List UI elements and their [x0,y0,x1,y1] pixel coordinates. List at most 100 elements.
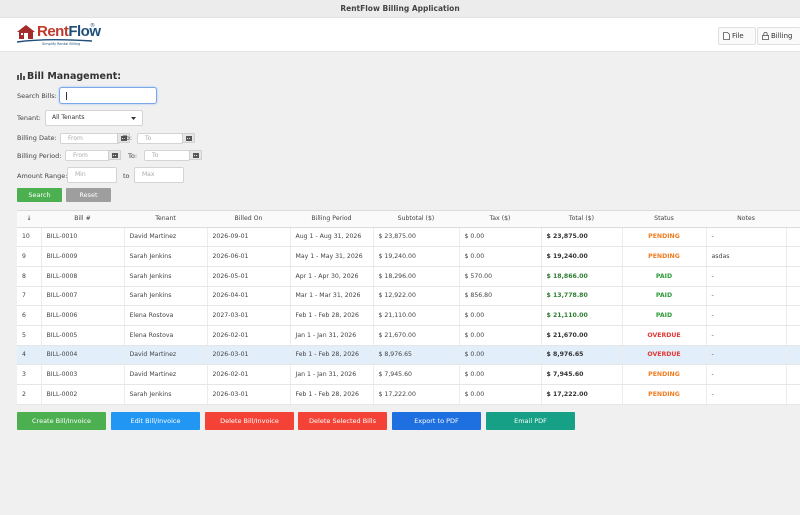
search-bills-input[interactable] [59,87,157,104]
table-row[interactable]: 10 BILL-0010 David Martinez 2026-09-01 Aug 1… [17,227,800,248]
cell-total: $ 19,240.00 [541,246,623,267]
cell-id: 2 [17,384,42,405]
table-row[interactable]: 5 BILL-0005 Elena Rostova 2026-02-01 Jan 1 -… [17,325,800,346]
cell-bill-number: BILL-0005 [41,325,125,346]
billing-period-to-input[interactable]: To [144,150,190,161]
cell-billing-period: Aug 1 - Aug 31, 2026 [290,227,374,248]
cell-bill-number: BILL-0009 [41,246,125,267]
cell-filler [786,286,800,307]
cell-subtotal: $ 18,296.00 [373,266,460,287]
table-row[interactable]: 9 BILL-0009 Sarah Jenkins 2026-06-01 May 1 -… [17,246,800,267]
bills-table: ↓ Bill # Tenant Billed On Billing Period… [17,210,800,405]
billing-period-from-input[interactable]: From [65,150,110,161]
email-pdf-button[interactable]: Email PDF [486,412,575,430]
cell-subtotal: $ 12,922.00 [373,286,460,307]
cell-bill-number: BILL-0004 [41,345,125,366]
cell-filler [786,246,800,267]
cell-notes: - [706,345,787,366]
amount-min-input[interactable]: Min [67,167,117,183]
export-pdf-button[interactable]: Export to PDF [392,412,481,430]
table-row[interactable]: 3 BILL-0003 David Martinez 2026-02-01 Jan 1 … [17,364,800,385]
section-title: Bill Management: [17,71,121,82]
billing-period-label: Billing Period: [17,152,62,160]
calendar-icon [193,153,199,158]
sort-indicator[interactable]: ↓ [17,211,41,228]
cell-filler [786,364,800,385]
cell-total: $ 8,976.65 [541,345,623,366]
cell-billed-on: 2026-02-01 [207,364,291,385]
billing-period-from-calendar-button[interactable] [108,150,121,160]
search-bills-label: Search Bills: [17,92,57,100]
column-header-status[interactable]: Status [622,211,706,228]
cell-filler [786,305,800,326]
column-header-notes[interactable]: Notes [706,211,786,228]
status-badge: OVERDUE [622,345,707,366]
cell-tax: $ 0.00 [459,384,542,405]
delete-selected-bills-button[interactable]: Delete Selected Bills [298,412,387,430]
table-row[interactable]: 4 BILL-0004 David Martinez 2026-03-01 Feb 1 … [17,345,800,366]
column-header-tenant[interactable]: Tenant [124,211,207,228]
cell-tenant: David Martinez [124,345,208,366]
column-header-tax[interactable]: Tax ($) [459,211,541,228]
cell-notes: - [706,266,787,287]
cell-total: $ 7,945.60 [541,364,623,385]
search-button[interactable]: Search [17,188,62,202]
cell-filler [786,325,800,346]
cell-filler [786,227,800,248]
column-header-billing-period[interactable]: Billing Period [290,211,373,228]
menu-billing[interactable]: Billing [757,27,800,45]
bills-table-body: 10 BILL-0010 David Martinez 2026-09-01 Aug 1… [17,227,800,405]
cell-bill-number: BILL-0010 [41,227,125,248]
cell-tax: $ 856.80 [459,286,542,307]
amount-range-label: Amount Range: [17,172,68,180]
tenant-select-value: All Tenants [52,114,85,121]
cell-billed-on: 2026-09-01 [207,227,291,248]
reset-button[interactable]: Reset [66,188,111,202]
cell-total: $ 17,222.00 [541,384,623,405]
calendar-icon [186,136,192,141]
cell-tax: $ 0.00 [459,227,542,248]
cell-notes: - [706,227,787,248]
amount-max-input[interactable]: Max [134,167,184,183]
cell-total: $ 23,875.00 [541,227,623,248]
window-title: RentFlow Billing Application [0,0,800,18]
cell-billing-period: May 1 - May 31, 2026 [290,246,374,267]
table-row[interactable]: 7 BILL-0007 Sarah Jenkins 2026-04-01 Mar 1 -… [17,286,800,307]
edit-bill-button[interactable]: Edit Bill/Invoice [111,412,200,430]
cell-subtotal: $ 21,110.00 [373,305,460,326]
menu-file[interactable]: File [718,27,756,45]
cell-tax: $ 0.00 [459,246,542,267]
cell-tenant: David Martinez [124,364,208,385]
tenant-select[interactable]: All Tenants [45,110,143,126]
cell-billed-on: 2027-03-01 [207,305,291,326]
column-header-billed-on[interactable]: Billed On [207,211,290,228]
cell-billing-period: Feb 1 - Feb 28, 2026 [290,345,374,366]
cell-bill-number: BILL-0007 [41,286,125,307]
column-header-total[interactable]: Total ($) [541,211,622,228]
column-header-filler [786,211,800,228]
chevron-down-icon [131,117,136,120]
create-bill-button[interactable]: Create Bill/Invoice [17,412,106,430]
table-row[interactable]: 2 BILL-0002 Sarah Jenkins 2026-03-01 Feb 1 -… [17,384,800,405]
billing-period-to-calendar-button[interactable] [189,150,202,160]
column-header-bill[interactable]: Bill # [41,211,124,228]
table-row[interactable]: 6 BILL-0006 Elena Rostova 2027-03-01 Feb 1 -… [17,305,800,326]
delete-bill-button[interactable]: Delete Bill/Invoice [205,412,294,430]
billing-date-label: Billing Date: [17,134,57,142]
billing-date-to-input[interactable]: To [137,133,183,144]
cell-billed-on: 2026-03-01 [207,345,291,366]
column-header-subtotal[interactable]: Subtotal ($) [373,211,459,228]
cell-notes: - [706,384,787,405]
rentflow-logo: RentFlow ® Simplify Rental Billing [16,22,101,48]
cell-total: $ 13,778.80 [541,286,623,307]
table-row[interactable]: 8 BILL-0008 Sarah Jenkins 2026-05-01 Apr 1 -… [17,266,800,287]
status-badge: PENDING [622,246,707,267]
cell-billing-period: Feb 1 - Feb 28, 2026 [290,305,374,326]
status-badge: PAID [622,286,707,307]
cell-subtotal: $ 21,670.00 [373,325,460,346]
billing-date-to-calendar-button[interactable] [182,133,195,143]
billing-date-from-input[interactable]: From [60,133,120,144]
cell-filler [786,345,800,366]
cell-billing-period: Jan 1 - Jan 31, 2026 [290,325,374,346]
cell-bill-number: BILL-0008 [41,266,125,287]
